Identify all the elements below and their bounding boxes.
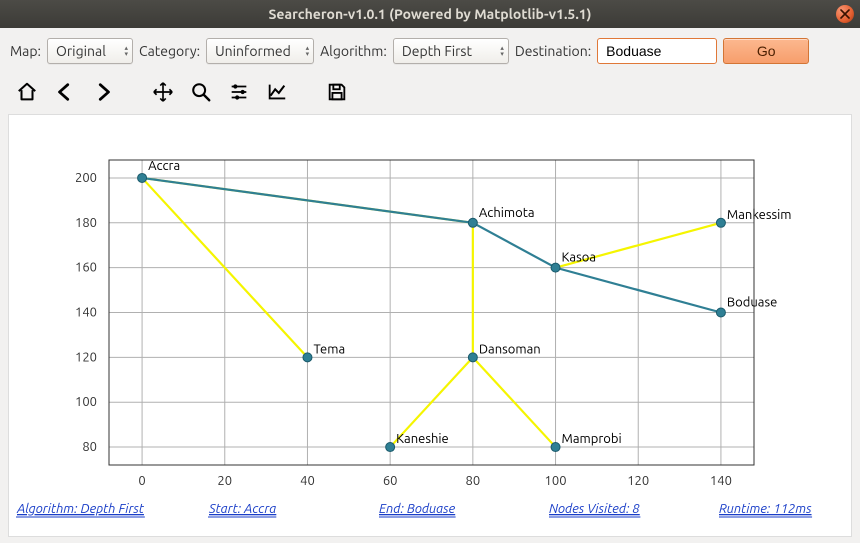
footer-algorithm[interactable]: Algorithm: Depth First xyxy=(16,502,145,516)
map-select-value: Original xyxy=(56,43,106,59)
graph-node xyxy=(551,443,560,452)
edit-curves-icon[interactable] xyxy=(262,78,292,106)
map-select[interactable]: Original ▴▾ xyxy=(47,38,133,64)
svg-text:40: 40 xyxy=(300,474,315,488)
destination-label: Destination: xyxy=(515,43,591,59)
close-icon[interactable] xyxy=(836,5,854,23)
svg-text:80: 80 xyxy=(466,474,481,488)
svg-text:20: 20 xyxy=(217,474,232,488)
graph-node xyxy=(551,263,560,272)
map-label: Map: xyxy=(10,43,41,59)
svg-text:200: 200 xyxy=(75,171,97,185)
svg-text:80: 80 xyxy=(82,440,97,454)
svg-text:60: 60 xyxy=(383,474,398,488)
forward-icon[interactable] xyxy=(88,78,118,106)
graph-node-label: Mamprobi xyxy=(562,432,622,446)
plot-toolbar xyxy=(0,72,860,114)
svg-text:100: 100 xyxy=(545,474,567,488)
graph-node xyxy=(468,353,477,362)
save-icon[interactable] xyxy=(322,78,352,106)
category-select[interactable]: Uninformed ▴▾ xyxy=(206,38,314,64)
back-icon[interactable] xyxy=(50,78,80,106)
graph-node xyxy=(716,308,725,317)
svg-text:120: 120 xyxy=(75,350,97,364)
svg-text:0: 0 xyxy=(138,474,145,488)
graph-node-label: Kasoa xyxy=(562,251,597,265)
category-label: Category: xyxy=(139,43,200,59)
graph-node xyxy=(716,218,725,227)
svg-text:180: 180 xyxy=(75,216,97,230)
svg-text:140: 140 xyxy=(710,474,732,488)
svg-text:120: 120 xyxy=(627,474,649,488)
chevron-updown-icon: ▴▾ xyxy=(500,45,504,57)
algorithm-select[interactable]: Depth First ▴▾ xyxy=(393,38,509,64)
category-select-value: Uninformed xyxy=(215,43,291,59)
window-titlebar: Searcheron-v1.0.1 (Powered by Matplotlib… xyxy=(0,0,860,28)
graph-node-label: Kaneshie xyxy=(396,432,449,446)
plot-area[interactable]: 0 20 40 60 80 100 120 140 80 100 120 140 160 180 200 Ac… xyxy=(8,114,852,537)
graph-node xyxy=(386,443,395,452)
chevron-updown-icon: ▴▾ xyxy=(124,45,128,57)
graph-node-label: Dansoman xyxy=(479,342,541,356)
controls-row: Map: Original ▴▾ Category: Uninformed ▴▾… xyxy=(0,28,860,72)
graph-node xyxy=(138,173,147,182)
graph-node-label: Mankessim xyxy=(727,208,792,222)
pan-icon[interactable] xyxy=(148,78,178,106)
graph-node xyxy=(468,218,477,227)
window-title: Searcheron-v1.0.1 (Powered by Matplotlib… xyxy=(268,6,591,22)
algorithm-label: Algorithm: xyxy=(320,43,387,59)
footer-start[interactable]: Start: Accra xyxy=(208,502,276,516)
destination-input[interactable] xyxy=(597,38,717,64)
footer-runtime[interactable]: Runtime: 112ms xyxy=(719,502,812,516)
footer-end[interactable]: End: Boduase xyxy=(379,502,456,516)
configure-icon[interactable] xyxy=(224,78,254,106)
zoom-icon[interactable] xyxy=(186,78,216,106)
svg-text:160: 160 xyxy=(75,261,97,275)
chevron-updown-icon: ▴▾ xyxy=(306,45,310,57)
go-button[interactable]: Go xyxy=(723,38,809,64)
svg-text:100: 100 xyxy=(75,395,97,409)
home-icon[interactable] xyxy=(12,78,42,106)
footer-visited[interactable]: Nodes Visited: 8 xyxy=(549,502,640,516)
graph-node-label: Accra xyxy=(148,159,180,173)
graph-node xyxy=(303,353,312,362)
algorithm-select-value: Depth First xyxy=(402,43,472,59)
graph-node-label: Boduase xyxy=(727,296,777,310)
graph-node-label: Achimota xyxy=(479,206,535,220)
graph-node-label: Tema xyxy=(313,342,345,356)
svg-text:140: 140 xyxy=(75,306,97,320)
